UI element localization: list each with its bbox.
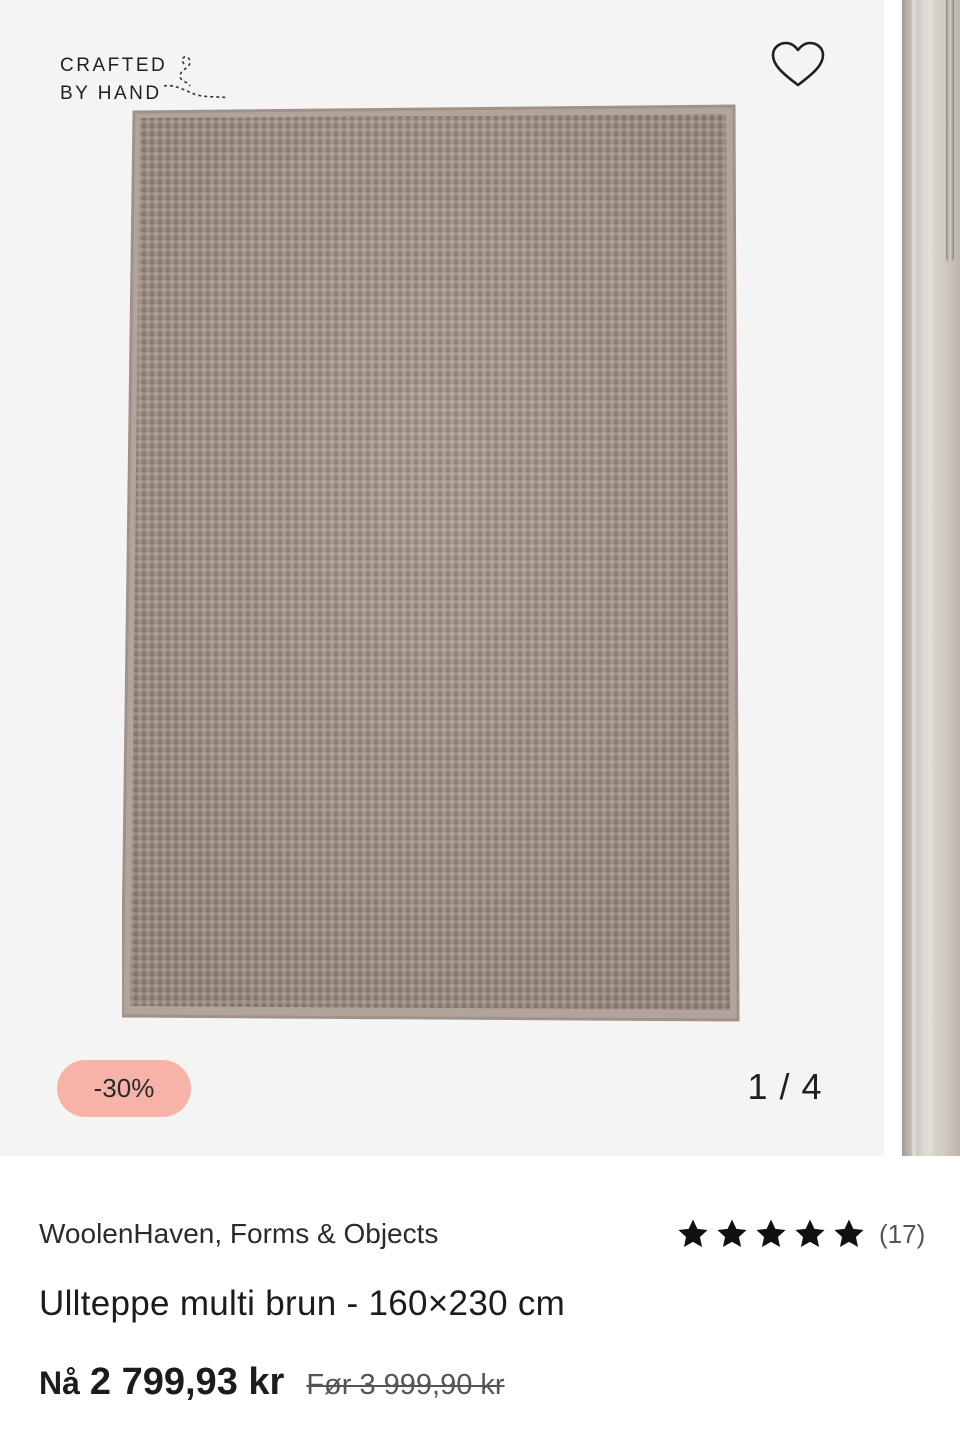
- star-icon: [678, 1219, 708, 1248]
- crafted-by-hand-badge: CRAFTED BY HAND: [60, 52, 240, 108]
- star-icon: [795, 1219, 825, 1248]
- rating-count: (17): [879, 1218, 926, 1249]
- product-brand[interactable]: WoolenHaven, Forms & Objects: [39, 1218, 438, 1250]
- product-image-rug: [120, 104, 750, 1022]
- product-rating[interactable]: (17): [676, 1214, 925, 1254]
- price-current: 2 799,93 kr: [89, 1361, 285, 1403]
- thread-needle-icon: [164, 56, 229, 99]
- gallery-slide-current[interactable]: CRAFTED BY HAND -30% 1 / 4: [0, 0, 884, 1156]
- star-icon: [717, 1219, 747, 1248]
- gallery-counter: 1 / 4: [747, 1066, 823, 1107]
- gallery-slide-next-preview[interactable]: [902, 0, 960, 1156]
- product-info: WoolenHaven, Forms & Objects (17) Ulltep…: [0, 1156, 960, 1436]
- favorite-heart-icon[interactable]: [770, 40, 826, 90]
- price-original: Før 3 999,90 kr: [306, 1369, 505, 1401]
- product-title: Ullteppe multi brun - 160×230 cm: [39, 1284, 566, 1323]
- discount-badge: -30%: [57, 1060, 191, 1117]
- star-icon: [756, 1219, 786, 1248]
- price-now-label: Nå: [39, 1365, 80, 1401]
- product-image-gallery[interactable]: CRAFTED BY HAND -30% 1 / 4: [0, 0, 960, 1156]
- star-icon: [834, 1219, 864, 1248]
- curtain-rod: [946, 0, 954, 262]
- price-row: Nå 2 799,93 kr Før 3 999,90 kr: [39, 1361, 505, 1404]
